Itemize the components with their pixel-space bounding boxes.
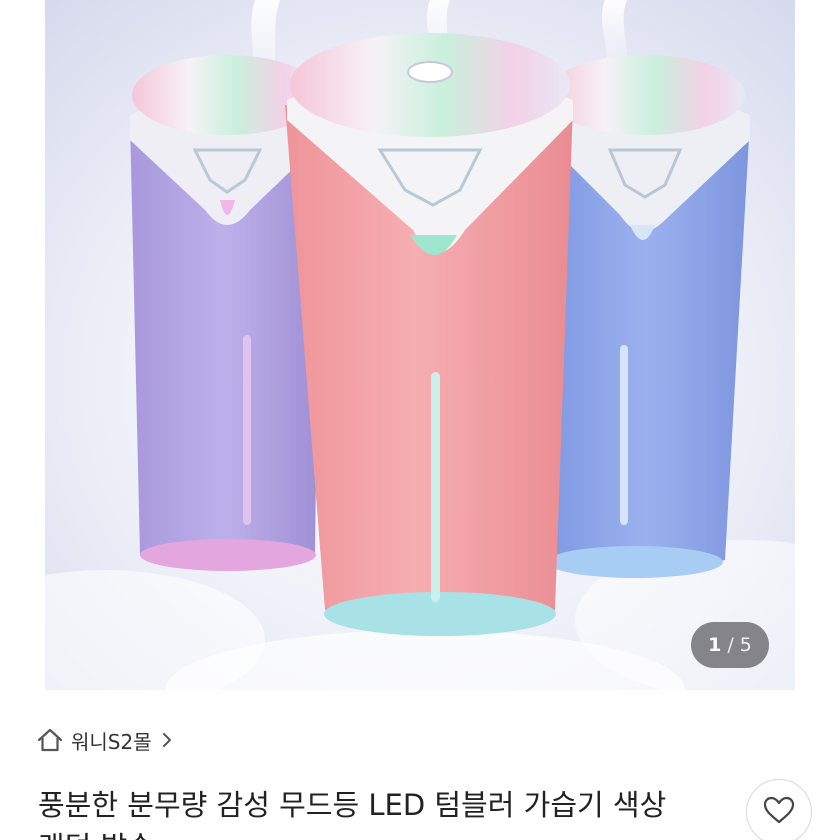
pager-separator: / xyxy=(727,634,734,656)
product-title: 풍분한 분무량 감성 무드등 LED 텀블러 가습기 색상 랜덤 발송 xyxy=(38,788,667,840)
product-photo xyxy=(45,0,795,690)
pager-total: 5 xyxy=(739,634,752,656)
pink-tumbler xyxy=(285,33,573,636)
shop-name: 워니S2몰 xyxy=(71,729,152,754)
like-button[interactable] xyxy=(746,779,812,840)
blue-tumbler xyxy=(545,55,750,578)
chevron-right-icon xyxy=(160,731,174,749)
home-icon xyxy=(36,726,64,754)
heart-outline-icon xyxy=(762,795,796,829)
product-detail-page: 1 / 5 워니S2몰 풍분한 분무량 감성 무드등 LED 텀블러 가습기 색… xyxy=(0,0,840,840)
product-image-carousel[interactable]: 1 / 5 xyxy=(45,0,795,690)
pager-current: 1 xyxy=(708,634,722,656)
shop-link[interactable]: 워니S2몰 xyxy=(36,722,174,758)
image-page-indicator: 1 / 5 xyxy=(691,622,769,668)
